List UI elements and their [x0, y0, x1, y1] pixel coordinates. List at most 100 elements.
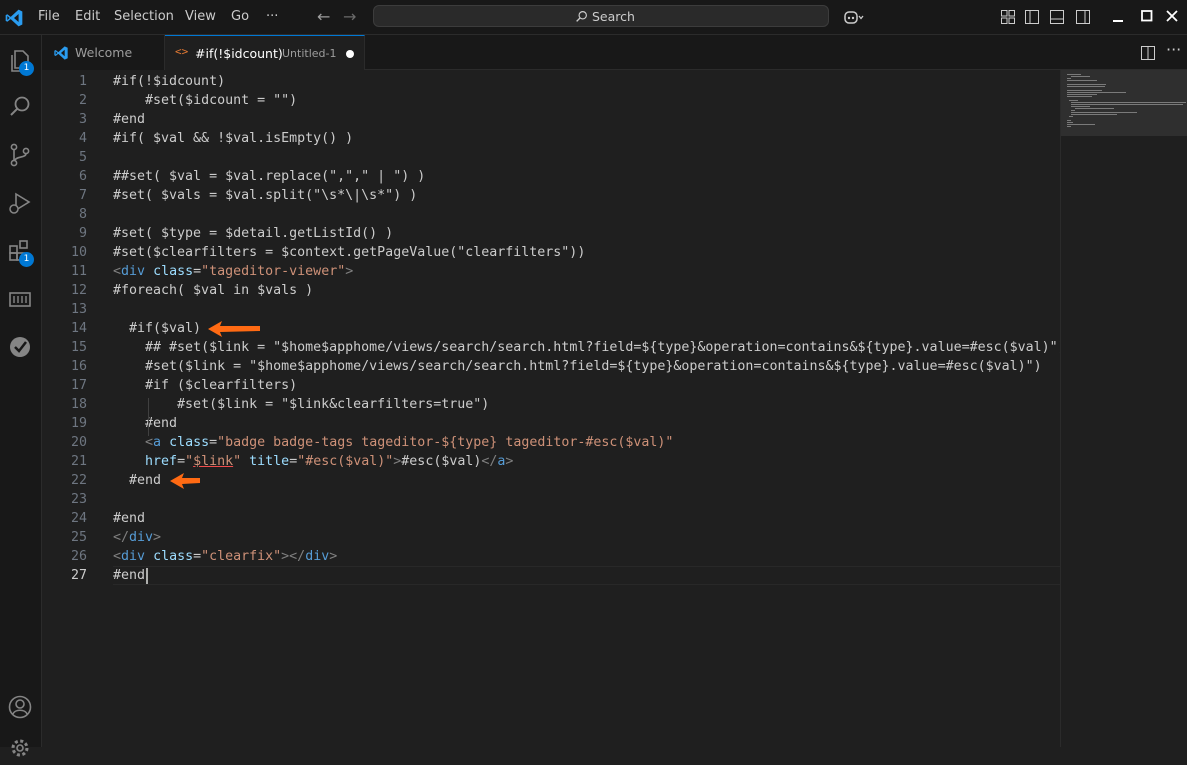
code-token: =	[289, 454, 298, 469]
vscode-logo-icon	[54, 46, 68, 60]
explorer-button[interactable]: 1	[7, 48, 34, 76]
minimap-line	[1071, 110, 1075, 111]
testing-button[interactable]	[7, 334, 33, 360]
code-token: ##set( $val = $val.replace(","," | ") )	[113, 169, 426, 184]
code-token: =	[177, 454, 186, 469]
gear-icon	[11, 739, 29, 757]
code-line[interactable]: 8	[42, 205, 1060, 224]
back-arrow-icon[interactable]: ←	[317, 7, 330, 26]
code-token: <	[145, 435, 154, 450]
tab-untitled-1[interactable]: <> #if(!$idcount) Untitled-1	[165, 35, 365, 70]
code-line[interactable]: 17 #if ($clearfilters)	[42, 376, 1060, 395]
tab-welcome[interactable]: Welcome	[42, 35, 165, 70]
source-control-button[interactable]	[7, 142, 33, 168]
command-center-search[interactable]: Search	[373, 5, 829, 27]
menu-edit[interactable]: Edit	[75, 9, 100, 24]
code-editor[interactable]: 1 #if(!$idcount) 2 #set($idcount = "") 3 #en…	[42, 70, 1060, 747]
minimap[interactable]	[1060, 70, 1187, 747]
code-line[interactable]: 26 <div class="clearfix"></div>	[42, 547, 1060, 566]
menu-view[interactable]: View	[185, 9, 216, 24]
line-number: 19	[70, 416, 87, 431]
minimap-line	[1067, 122, 1073, 123]
forward-arrow-icon[interactable]: →	[343, 7, 356, 26]
code-line[interactable]: 5	[42, 148, 1060, 167]
copilot-icon[interactable]	[842, 9, 864, 27]
code-token: #if( $val && !$val.isEmpty() )	[113, 131, 354, 146]
more-actions-icon[interactable]: ···	[1166, 40, 1181, 59]
code-line[interactable]: 12 #foreach( $val in $vals )	[42, 281, 1060, 300]
line-content: ##set( $val = $val.replace(","," | ") )	[113, 167, 425, 186]
menu-go[interactable]: Go	[231, 9, 249, 24]
code-line[interactable]: 1 #if(!$idcount)	[42, 72, 1060, 91]
minimap-line	[1071, 76, 1090, 77]
search-view-button[interactable]	[7, 94, 33, 120]
code-token: #set($clearfilters = $context.getPageVal…	[113, 245, 586, 260]
code-line[interactable]: 9 #set( $type = $detail.getListId() )	[42, 224, 1060, 243]
remote-explorer-button[interactable]	[7, 286, 33, 312]
run-debug-button[interactable]	[7, 190, 33, 216]
code-line[interactable]: 16 #set($link = "$home$apphome/views/sea…	[42, 357, 1060, 376]
vscode-logo-icon[interactable]	[4, 8, 24, 28]
code-token: #set($link = "$link&clearfilters=true")	[177, 397, 490, 412]
code-line[interactable]: 18 #set($link = "$link&clearfilters=true…	[42, 395, 1060, 414]
code-token: >	[345, 264, 354, 279]
code-token: div	[121, 549, 146, 564]
remote-explorer-icon	[9, 292, 31, 307]
code-line[interactable]: 20 <a class="badge badge-tags tageditor-…	[42, 433, 1060, 452]
code-line[interactable]: 7 #set( $vals = $val.split("\s*\|\s*") )	[42, 186, 1060, 205]
code-line[interactable]: 27 #end	[42, 566, 1060, 585]
line-number: 16	[70, 359, 87, 374]
source-control-icon	[10, 143, 30, 167]
accounts-button[interactable]	[7, 694, 33, 720]
code-token: >	[329, 549, 338, 564]
manage-button[interactable]	[7, 735, 33, 761]
code-line[interactable]: 13	[42, 300, 1060, 319]
extensions-button[interactable]: 1	[7, 238, 34, 267]
toggle-secondary-sidebar-icon[interactable]	[1075, 9, 1091, 25]
code-line[interactable]: 11 <div class="tageditor-viewer">	[42, 262, 1060, 281]
minimap-line	[1067, 92, 1126, 93]
line-number: 6	[78, 169, 87, 184]
indent-guide	[148, 398, 149, 436]
minimap-line	[1067, 120, 1071, 121]
customize-layout-icon[interactable]	[1000, 9, 1016, 25]
line-number: 22	[70, 473, 87, 488]
code-line[interactable]: 22 #end	[42, 471, 1060, 490]
code-token: =	[209, 435, 218, 450]
line-number: 4	[78, 131, 87, 146]
menu-more[interactable]: ···	[266, 9, 278, 24]
close-icon[interactable]	[1164, 8, 1180, 24]
code-token: title	[249, 454, 290, 469]
code-line[interactable]: 6 ##set( $val = $val.replace(","," | ") )	[42, 167, 1060, 186]
code-line[interactable]: 2 #set($idcount = "")	[42, 91, 1060, 110]
line-content: #set($link = "$home$apphome/views/search…	[113, 357, 1042, 376]
code-line[interactable]: 15 ## #set($link = "$home$apphome/views/…	[42, 338, 1060, 357]
toggle-panel-icon[interactable]	[1049, 9, 1065, 25]
run-debug-icon	[9, 192, 31, 214]
code-token: ## #set($link = "$home$apphome/views/sea…	[145, 340, 1060, 355]
code-line[interactable]: 21 href="$link" title="#esc($val)">#esc(…	[42, 452, 1060, 471]
code-token: #set($idcount = "")	[145, 93, 298, 108]
menu-file[interactable]: File	[38, 9, 60, 24]
minimize-icon[interactable]	[1110, 8, 1126, 24]
code-line[interactable]: 3 #end	[42, 110, 1060, 129]
code-line[interactable]: 19 #end	[42, 414, 1060, 433]
code-line[interactable]: 4 #if( $val && !$val.isEmpty() )	[42, 129, 1060, 148]
split-editor-icon[interactable]	[1140, 45, 1156, 61]
code-line[interactable]: 23	[42, 490, 1060, 509]
code-line[interactable]: 14 #if($val)	[42, 319, 1060, 338]
tab-description: Untitled-1	[282, 47, 337, 60]
line-number: 8	[78, 207, 87, 222]
code-token: "	[233, 454, 242, 469]
code-line[interactable]: 10 #set($clearfilters = $context.getPageV…	[42, 243, 1060, 262]
maximize-icon[interactable]	[1139, 8, 1155, 24]
code-token: div	[129, 530, 154, 545]
menu-selection[interactable]: Selection	[114, 9, 174, 24]
code-line[interactable]: 24 #end	[42, 509, 1060, 528]
code-token: #if($val)	[129, 321, 202, 336]
toggle-primary-sidebar-icon[interactable]	[1024, 9, 1040, 25]
code-token: class	[153, 549, 194, 564]
code-line[interactable]: 25 </div>	[42, 528, 1060, 547]
unsaved-dot-icon[interactable]	[346, 50, 354, 58]
